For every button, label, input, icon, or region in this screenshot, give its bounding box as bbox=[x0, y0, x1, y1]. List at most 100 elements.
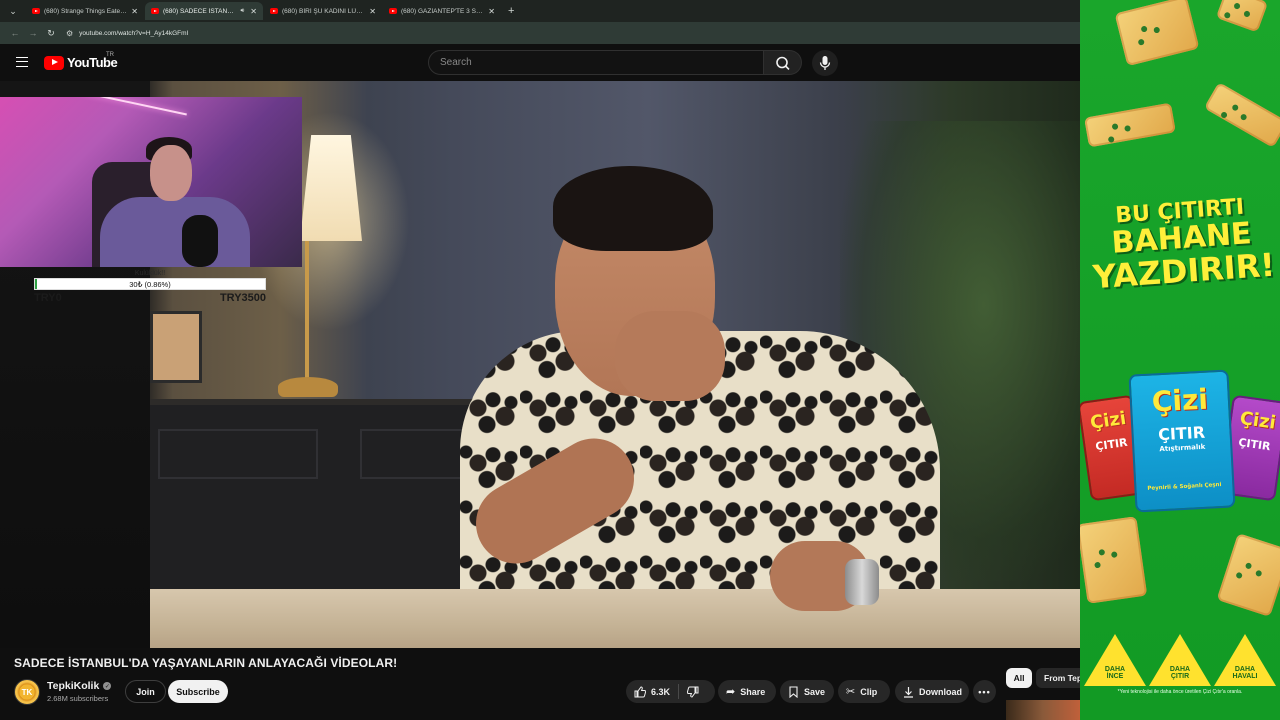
ad-badge: DAHA ÇITIR bbox=[1149, 634, 1211, 686]
donation-title: Kulüklük!! bbox=[134, 270, 166, 277]
youtube-favicon-icon bbox=[270, 8, 278, 14]
subscriber-count: 2.68M subscribers bbox=[47, 694, 109, 703]
webcam-overlay bbox=[0, 97, 302, 267]
share-button[interactable]: ➦ Share bbox=[718, 680, 776, 703]
url-text: youtube.com/watch?v=H_Ay14kGFmI bbox=[79, 29, 189, 37]
avatar[interactable]: TK bbox=[14, 679, 40, 705]
donation-goal-widget: Kulüklük!! 30₺ (0.86%) TRY0 TRY3500 bbox=[34, 270, 266, 304]
microphone bbox=[182, 215, 218, 267]
back-icon[interactable]: ← bbox=[6, 28, 24, 38]
speaker-icon[interactable]: 🔊︎ bbox=[241, 8, 245, 15]
donation-progress-bar: 30₺ (0.86%) bbox=[34, 278, 266, 290]
cracker-image bbox=[1203, 82, 1280, 148]
filter-chip-all[interactable]: All bbox=[1006, 668, 1032, 688]
close-icon[interactable]: ✕ bbox=[250, 7, 257, 16]
close-icon[interactable]: ✕ bbox=[369, 7, 376, 16]
ad-badge-text: DAHA İNCE bbox=[1104, 666, 1126, 680]
ad-badge: DAHA İNCE bbox=[1084, 634, 1146, 686]
scissors-icon: ✂ bbox=[846, 686, 856, 698]
cabinet bbox=[150, 399, 480, 589]
donation-amount: 30₺ (0.86%) bbox=[129, 280, 171, 289]
ad-disclaimer: *Yeni teknolojisi ile daha önce üretilen… bbox=[1117, 689, 1243, 695]
thumbs-down-icon bbox=[687, 686, 699, 698]
advertisement-banner[interactable]: BU ÇITIRTI BAHANE YAZDIRIR! Çizi ÇITIR Ç… bbox=[1080, 0, 1280, 720]
product-brand: Çizi bbox=[1151, 382, 1209, 419]
youtube-play-icon bbox=[44, 55, 64, 70]
product-brand: Çizi bbox=[1088, 407, 1128, 434]
browser-tab-bar: ⌄ (680) Strange Things Eaten in th ✕ (68… bbox=[0, 0, 1080, 22]
menu-icon[interactable] bbox=[16, 57, 28, 67]
more-icon: ••• bbox=[978, 686, 991, 697]
browser-tab[interactable]: (680) Strange Things Eaten in th ✕ bbox=[26, 2, 144, 20]
filter-chip-from-channel[interactable]: From Tep bbox=[1036, 668, 1080, 688]
like-button[interactable]: 6.3K bbox=[626, 680, 678, 703]
browser-tab-active[interactable]: (680) SADECE İSTANBUL'DA 🔊︎ ✕ bbox=[145, 2, 263, 20]
browser-tab[interactable]: (680) GAZİANTEP'TE 3 SAATTİ ✕ bbox=[383, 2, 501, 20]
voice-search-button[interactable] bbox=[812, 50, 838, 76]
presenter-pointing-hand bbox=[615, 311, 725, 401]
cracker-image bbox=[1080, 516, 1148, 604]
youtube-logo[interactable]: YouTube TR bbox=[44, 52, 118, 70]
download-button[interactable]: Download bbox=[895, 680, 969, 703]
microphone-icon bbox=[819, 56, 831, 70]
product-bag-main: Çizi ÇITIR Atıştırmalık Peynirli & Soğan… bbox=[1128, 369, 1236, 513]
tab-label: (680) SADECE İSTANBUL'DA bbox=[163, 7, 238, 15]
tab-label: (680) GAZİANTEP'TE 3 SAATTİ bbox=[401, 7, 486, 15]
save-label: Save bbox=[804, 686, 826, 697]
like-count: 6.3K bbox=[651, 686, 671, 697]
desk bbox=[150, 589, 1080, 648]
search-button[interactable] bbox=[764, 50, 802, 75]
browser-tab[interactable]: (680) BİRİ ŞU KADINI LÜTFEN D ✕ bbox=[264, 2, 382, 20]
clip-label: Clip bbox=[860, 686, 878, 697]
search-placeholder: Search bbox=[440, 57, 472, 68]
product-name: ÇITIR bbox=[1237, 435, 1272, 454]
tab-label: (680) Strange Things Eaten in th bbox=[44, 7, 128, 15]
photo-frame bbox=[150, 311, 202, 383]
more-actions-button[interactable]: ••• bbox=[973, 680, 996, 703]
share-icon: ➦ bbox=[726, 686, 736, 698]
subscribe-button[interactable]: Subscribe bbox=[168, 680, 228, 703]
cracker-image bbox=[1216, 533, 1280, 617]
ad-badge: DAHA HAVALI bbox=[1214, 634, 1276, 686]
presenter-hair bbox=[553, 166, 713, 251]
site-info-icon[interactable]: ⚙︎ bbox=[66, 29, 73, 38]
recommended-video-thumbnail[interactable] bbox=[1006, 700, 1080, 720]
like-dislike-group: 6.3K bbox=[626, 680, 715, 703]
donation-min: TRY0 bbox=[34, 292, 62, 304]
close-icon[interactable]: ✕ bbox=[488, 7, 495, 16]
drawer bbox=[158, 429, 318, 479]
product-brand: Çizi bbox=[1238, 407, 1278, 434]
download-icon bbox=[904, 686, 913, 698]
download-label: Download bbox=[919, 686, 962, 697]
share-label: Share bbox=[740, 686, 766, 697]
cracker-image bbox=[1114, 0, 1200, 67]
search-input[interactable]: Search bbox=[428, 50, 764, 75]
streamer-face bbox=[150, 145, 192, 201]
channel-name-text: TepkiKolik bbox=[47, 680, 100, 692]
close-icon[interactable]: ✕ bbox=[131, 7, 138, 16]
new-tab-icon[interactable]: + bbox=[508, 5, 514, 17]
bookmark-icon bbox=[789, 685, 798, 698]
ad-badge-text: DAHA HAVALI bbox=[1232, 666, 1258, 680]
ad-badge-text: DAHA ÇITIR bbox=[1169, 666, 1191, 680]
verified-icon: ✓ bbox=[103, 682, 112, 690]
wristwatch bbox=[845, 559, 879, 605]
thumbs-up-icon bbox=[634, 685, 646, 697]
url-field[interactable]: ⚙︎ youtube.com/watch?v=H_Ay14kGFmI bbox=[66, 25, 1076, 41]
cracker-image bbox=[1215, 0, 1269, 33]
dislike-button[interactable] bbox=[679, 680, 707, 703]
reload-icon[interactable]: ↻ bbox=[42, 28, 60, 39]
clip-button[interactable]: ✂ Clip bbox=[838, 680, 890, 703]
save-button[interactable]: Save bbox=[780, 680, 834, 703]
channel-name[interactable]: TepkiKolik ✓ bbox=[47, 680, 112, 692]
forward-icon[interactable]: → bbox=[24, 28, 42, 38]
join-button[interactable]: Join bbox=[125, 680, 166, 703]
tab-search-icon[interactable]: ⌄ bbox=[4, 2, 22, 20]
youtube-header: YouTube TR Search bbox=[0, 44, 1080, 81]
video-title: SADECE İSTANBUL'DA YAŞAYANLARIN ANLAYACA… bbox=[14, 656, 398, 670]
cracker-image bbox=[1084, 102, 1176, 148]
product-flavor: Peynirli & Soğanlı Çeşni bbox=[1147, 482, 1222, 492]
youtube-favicon-icon bbox=[151, 8, 159, 14]
drawer bbox=[360, 429, 470, 479]
ad-headline: BU ÇITIRTI BAHANE YAZDIRIR! bbox=[1083, 193, 1280, 296]
